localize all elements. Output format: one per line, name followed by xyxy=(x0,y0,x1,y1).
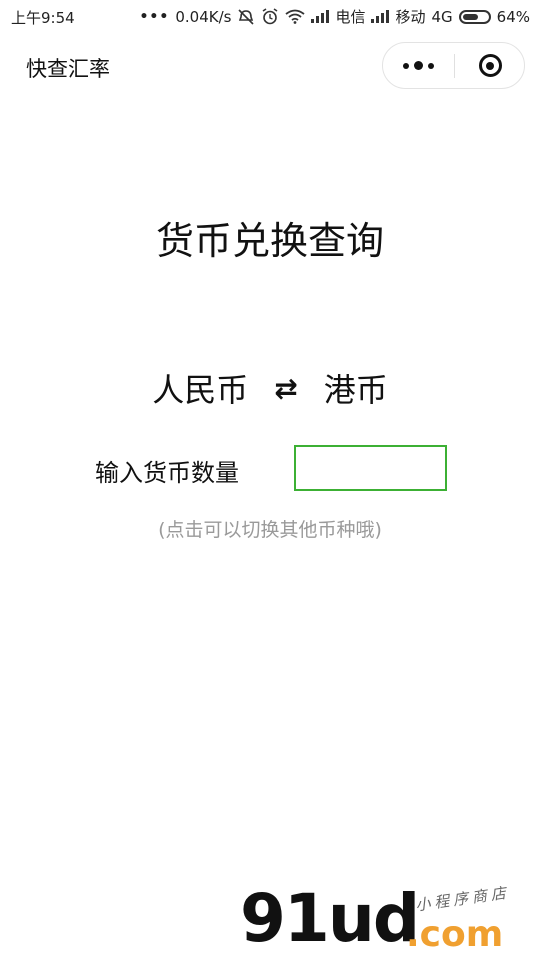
network-speed: 0.04K/s xyxy=(175,7,232,26)
nav-title: 快查汇率 xyxy=(26,57,110,81)
amount-input[interactable] xyxy=(294,445,447,491)
to-currency-selector[interactable]: 港币 xyxy=(324,365,388,411)
status-bar: 上午9:54 ••• 0.04K/s 电信 移动 4G 64% xyxy=(0,0,540,32)
menu-dot-icon xyxy=(428,62,434,69)
switch-currency-hint: (点击可以切换其他币种哦) xyxy=(158,519,382,541)
battery-percent: 64% xyxy=(496,7,530,26)
page-title: 货币兑换查询 xyxy=(155,219,384,263)
more-menu-button[interactable] xyxy=(383,43,454,88)
capsule-menu xyxy=(382,42,525,89)
watermark-domain-suffix: .com xyxy=(406,914,504,955)
battery-icon xyxy=(458,9,491,24)
carrier-1: 电信 xyxy=(335,8,366,26)
network-type: 4G xyxy=(431,7,453,26)
amount-label: 输入货币数量 xyxy=(95,459,239,487)
more-dots-icon: ••• xyxy=(139,8,170,25)
signal-icon xyxy=(311,10,330,23)
mute-icon xyxy=(238,8,255,25)
close-miniprogram-button[interactable] xyxy=(455,43,525,88)
currency-pair: 人民币 ⇄ 港币 xyxy=(0,365,540,411)
alarm-icon xyxy=(263,8,278,25)
watermark-subtitle: 小程序商店 xyxy=(414,883,511,915)
target-close-icon xyxy=(478,54,502,77)
watermark-logo: 91ud .com 小程序商店 xyxy=(240,878,535,960)
from-currency-selector[interactable]: 人民币 xyxy=(152,365,248,411)
signal-icon-2 xyxy=(371,10,390,23)
menu-dot-icon xyxy=(414,61,423,70)
wifi-icon xyxy=(285,9,306,24)
swap-icon[interactable]: ⇄ xyxy=(274,372,297,405)
screen: 上午9:54 ••• 0.04K/s 电信 移动 4G 64% 快查汇率 货币兑… xyxy=(0,0,540,960)
status-time: 上午9:54 xyxy=(11,9,75,27)
status-icons: ••• 0.04K/s 电信 移动 4G 64% xyxy=(139,6,530,27)
watermark-main-text: 91ud xyxy=(240,880,420,957)
menu-dot-icon xyxy=(403,62,409,69)
carrier-2: 移动 xyxy=(395,8,426,26)
